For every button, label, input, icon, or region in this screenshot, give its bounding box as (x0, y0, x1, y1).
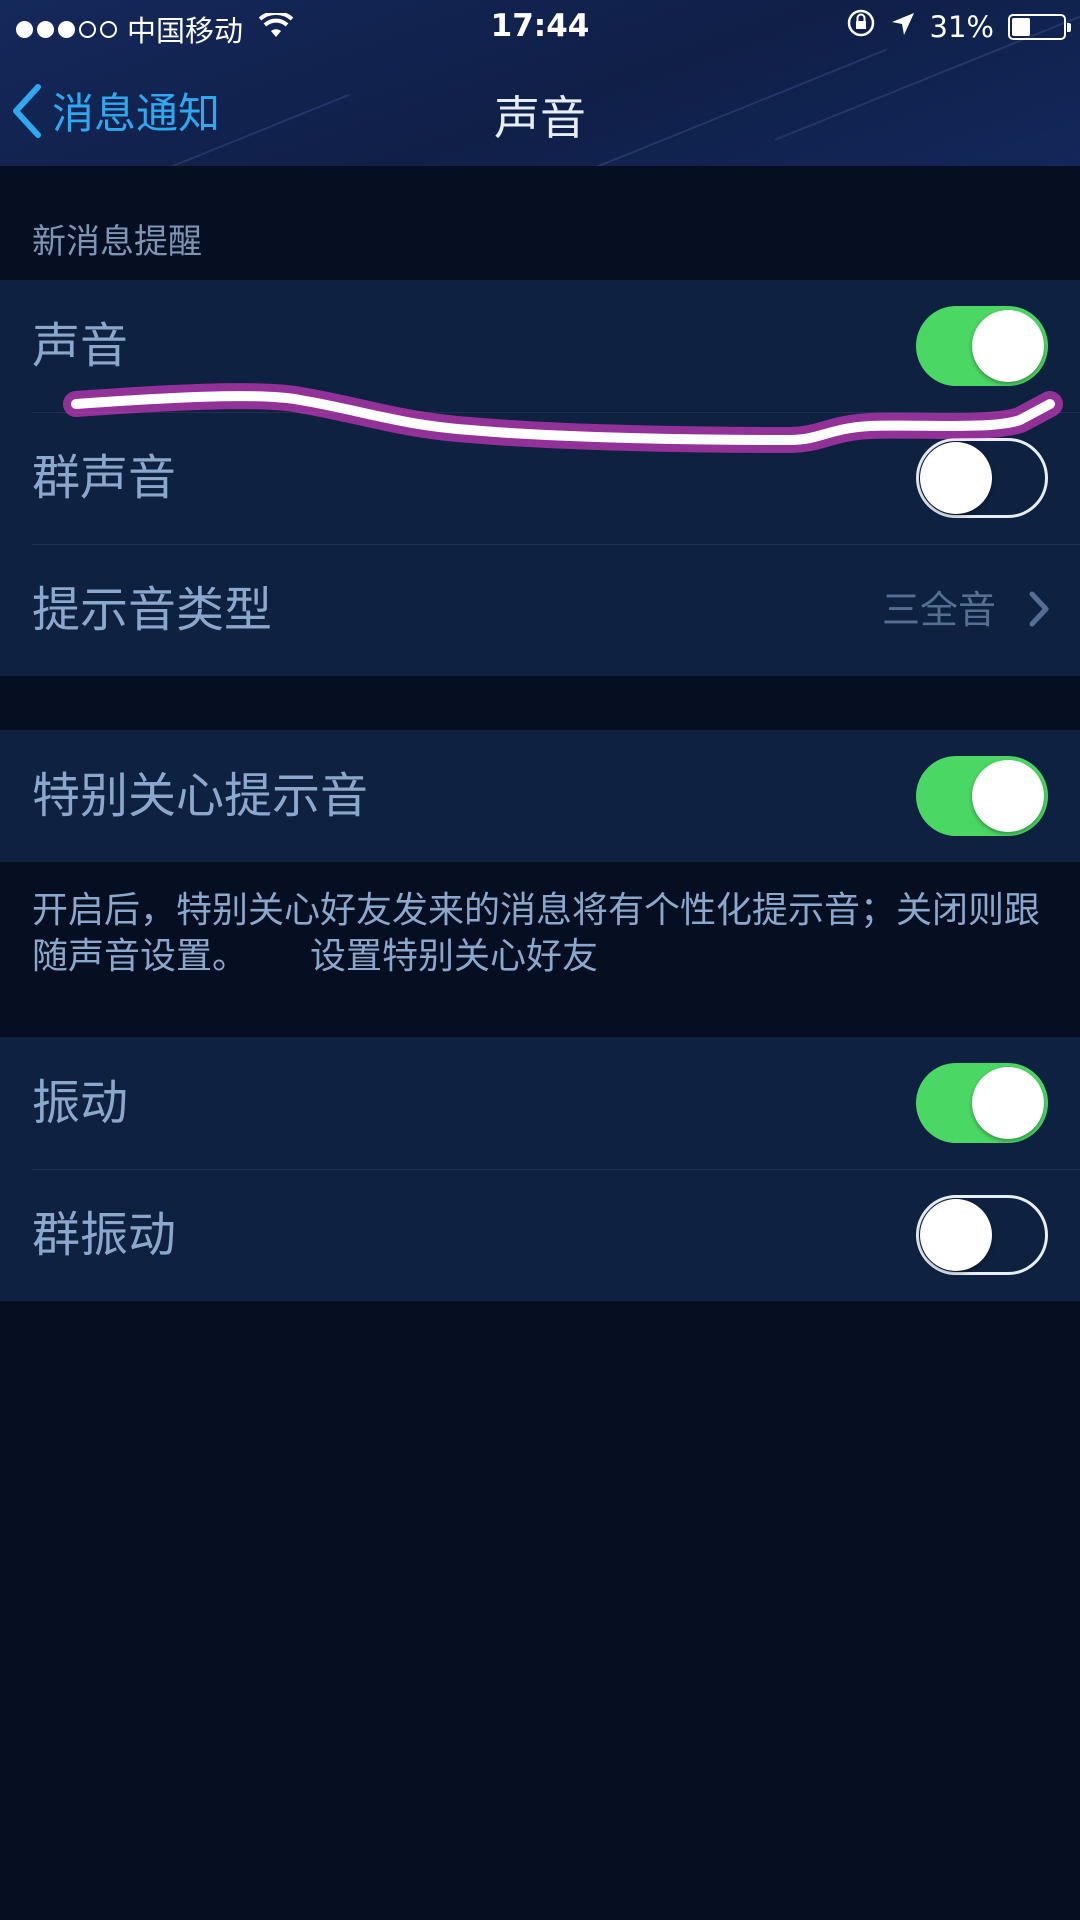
location-arrow-icon (890, 10, 916, 44)
row-group-sound: 群声音 (0, 412, 1080, 544)
special-care-tone-toggle[interactable] (916, 756, 1048, 836)
navigation-bar: 消息通知 声音 (0, 54, 1080, 166)
settings-group-vibration: 振动 群振动 (0, 1037, 1080, 1301)
chevron-right-icon (1029, 591, 1049, 627)
header-bar: 中国移动 17:44 31% 消息通知 声音 (0, 0, 1080, 166)
row-label-special-care-tone: 特别关心提示音 (32, 768, 369, 824)
row-special-care-tone: 特别关心提示音 (0, 730, 1080, 862)
sound-toggle[interactable] (916, 306, 1048, 386)
row-sound: 声音 (0, 280, 1080, 412)
special-care-description: 开启后，特别关心好友发来的消息将有个性化提示音；关闭则跟随声音设置。 设置特别关心… (32, 888, 1042, 980)
battery-percentage: 31% (929, 9, 994, 44)
vibration-toggle[interactable] (916, 1063, 1048, 1143)
orientation-lock-icon (846, 8, 876, 45)
row-group-vibration: 群振动 (0, 1169, 1080, 1301)
row-label-sound: 声音 (32, 318, 129, 374)
row-alert-tone-type[interactable]: 提示音类型 三全音 (0, 544, 1080, 676)
row-label-vibration: 振动 (32, 1075, 129, 1131)
status-bar: 中国移动 17:44 31% (0, 0, 1080, 54)
row-label-group-sound: 群声音 (32, 450, 177, 506)
row-label-alert-tone-type: 提示音类型 (32, 582, 273, 638)
settings-group-sound: 声音 群声音 提示音类型 三全音 (0, 280, 1080, 676)
page-title: 声音 (494, 91, 586, 145)
alert-tone-value: 三全音 (881, 588, 996, 632)
settings-group-special-care: 特别关心提示音 (0, 730, 1080, 862)
battery-icon (1008, 13, 1071, 40)
group-vibration-toggle[interactable] (916, 1195, 1048, 1275)
section-header-new-message: 新消息提醒 (32, 222, 202, 262)
row-label-group-vibration: 群振动 (32, 1207, 177, 1263)
set-special-care-friends-link[interactable]: 设置特别关心好友 (310, 936, 598, 977)
row-vibration: 振动 (0, 1037, 1080, 1169)
group-sound-toggle[interactable] (916, 438, 1048, 518)
